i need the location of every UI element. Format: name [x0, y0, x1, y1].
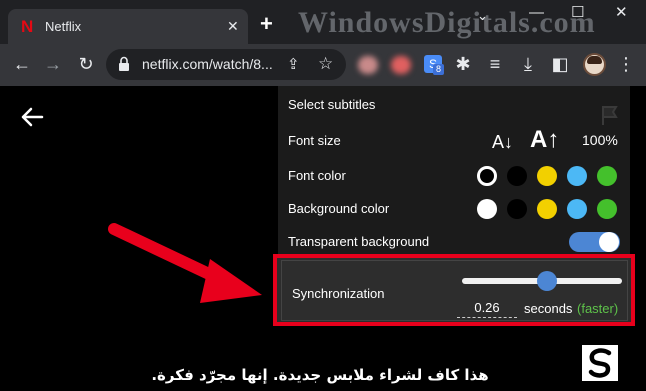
browser-tab[interactable]: N Netflix ✕	[8, 9, 248, 44]
tab-search-chevron-icon[interactable]: ⌄	[477, 8, 488, 24]
transparent-background-toggle[interactable]	[569, 232, 620, 252]
subtitle-extension-icon[interactable]: S8	[424, 55, 444, 75]
bookmark-star-icon[interactable]: ☆	[318, 54, 333, 74]
synchronization-units: seconds	[524, 301, 573, 316]
maximize-button[interactable]: ☐	[571, 5, 584, 20]
synchronization-value-input[interactable]: 0.26	[457, 298, 517, 318]
bg-color-swatch-blue[interactable]	[567, 199, 587, 219]
extension-badge-count: 8	[433, 64, 444, 75]
player-back-arrow-icon[interactable]	[20, 106, 44, 128]
bg-color-swatch-green[interactable]	[597, 199, 617, 219]
blurred-extension-icon[interactable]	[391, 56, 411, 74]
toggle-knob	[599, 232, 619, 252]
tab-title: Netflix	[45, 19, 82, 34]
font-color-swatch-green[interactable]	[597, 166, 617, 186]
tab-strip: N Netflix ✕ + WindowsDigitals.com ⌄ — ☐ …	[0, 0, 646, 44]
blurred-extension-icon[interactable]	[358, 56, 378, 74]
font-color-swatch-black[interactable]	[507, 166, 527, 186]
subtitle-caption: هذا كاف لشراء ملابس جديدة. إنها مجرّد فك…	[151, 366, 489, 384]
font-size-value: 100%	[582, 132, 618, 148]
address-bar[interactable]: netflix.com/watch/8... ⇪ ☆	[106, 49, 346, 80]
panel-header: Select subtitles	[288, 97, 376, 112]
netflix-logo-icon: N	[21, 17, 34, 36]
close-window-button[interactable]: ✕	[615, 5, 628, 20]
font-color-swatch-selected[interactable]	[477, 166, 497, 186]
share-icon[interactable]: ⇪	[287, 55, 300, 73]
close-tab-icon[interactable]: ✕	[227, 19, 239, 33]
font-size-label: Font size	[288, 133, 341, 148]
minimize-button[interactable]: —	[529, 5, 544, 20]
decrease-font-size-button[interactable]: A↓	[492, 132, 513, 153]
transparent-background-label: Transparent background	[288, 234, 430, 249]
bg-color-swatch-yellow[interactable]	[537, 199, 557, 219]
url-text: netflix.com/watch/8...	[142, 56, 273, 72]
browser-toolbar: ← → ↻ netflix.com/watch/8... ⇪ ☆ S8 ✱ ≡ …	[0, 44, 646, 86]
forward-icon[interactable]: →	[42, 54, 64, 74]
bg-color-swatch-white[interactable]	[477, 199, 497, 219]
font-color-label: Font color	[288, 168, 346, 183]
font-color-swatch-yellow[interactable]	[537, 166, 557, 186]
back-icon[interactable]: ←	[11, 54, 33, 74]
watermark: WindowsDigitals.com	[298, 6, 596, 39]
site-logo-icon	[582, 345, 618, 381]
lock-icon	[119, 56, 129, 71]
background-color-label: Background color	[288, 201, 390, 216]
bg-color-swatch-black[interactable]	[507, 199, 527, 219]
increase-font-size-button[interactable]: A↑	[530, 126, 559, 154]
new-tab-button[interactable]: +	[260, 13, 273, 35]
side-panel-icon[interactable]: ◧	[549, 54, 571, 74]
profile-avatar[interactable]	[583, 53, 606, 76]
synchronization-slider-handle[interactable]	[537, 271, 557, 291]
synchronization-row: Synchronization 0.26 seconds (faster)	[281, 260, 628, 321]
report-flag-icon[interactable]	[600, 104, 620, 126]
synchronization-highlight: Synchronization 0.26 seconds (faster)	[273, 254, 635, 326]
synchronization-hint: (faster)	[577, 301, 619, 316]
download-icon[interactable]: ⤓	[517, 54, 539, 74]
menu-kebab-icon[interactable]: ⋮	[615, 54, 637, 74]
annotation-arrow-icon	[108, 223, 262, 303]
reload-icon[interactable]: ↻	[75, 54, 97, 74]
font-color-swatch-blue[interactable]	[567, 166, 587, 186]
media-control-icon[interactable]: ≡	[484, 54, 506, 74]
extensions-puzzle-icon[interactable]: ✱	[452, 54, 474, 74]
synchronization-label: Synchronization	[292, 286, 385, 301]
